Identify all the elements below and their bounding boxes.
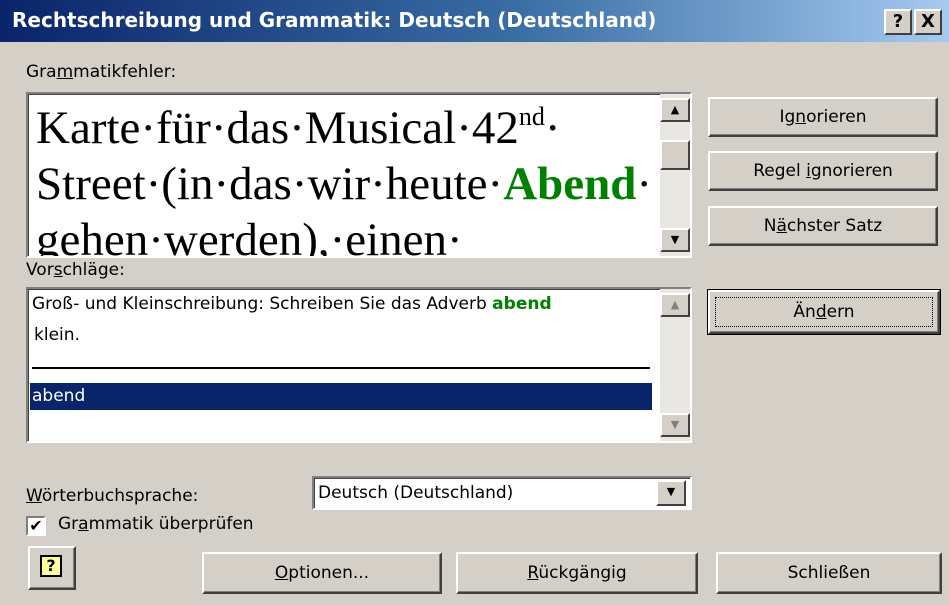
chevron-down-icon[interactable]: ▼: [656, 480, 686, 506]
dictionary-language-value: Deutsch (Deutschland): [318, 483, 514, 503]
dictionary-language-label: Wörterbuchsprache:: [26, 486, 199, 506]
dictionary-language-select[interactable]: Deutsch (Deutschland) ▼: [312, 476, 692, 510]
scroll-up-icon[interactable]: ▲: [660, 293, 690, 317]
office-assistant-button[interactable]: ?: [28, 546, 76, 590]
suggestions-scrollbar[interactable]: ▲ ▼: [660, 289, 690, 441]
error-line-1: Karte·für·das·Musical·42nd·: [36, 102, 561, 154]
help-button[interactable]: ?: [884, 9, 912, 35]
ignore-button[interactable]: Ignorieren: [708, 97, 938, 137]
next-sentence-button[interactable]: Nächster Satz: [708, 206, 938, 246]
change-button[interactable]: Ändern: [707, 289, 941, 335]
help-question-icon: ?: [40, 555, 62, 577]
scroll-down-icon[interactable]: ▼: [660, 228, 690, 252]
grammar-check-checkbox[interactable]: ✔: [26, 516, 46, 536]
grammar-scrollbar[interactable]: ▲ ▼: [660, 94, 690, 256]
ignore-rule-button[interactable]: Regel ignorieren: [708, 151, 938, 191]
error-line-3: gehen·werden),·einen·: [36, 214, 463, 258]
grammar-check-label: Grammatik überprüfen: [58, 514, 254, 534]
suggestion-message-line-2: klein.: [34, 325, 80, 345]
suggestions-list[interactable]: Groß- und Kleinschreibung: Schreiben Sie…: [26, 287, 692, 443]
divider: [32, 367, 650, 369]
undo-button[interactable]: Rückgängig: [456, 552, 698, 594]
help-icon: ?: [892, 11, 904, 32]
window-title: Rechtschreibung und Grammatik: Deutsch (…: [12, 8, 657, 32]
suggestion-word: abend: [492, 294, 552, 314]
grammar-error-textbox[interactable]: Karte·für·das·Musical·42nd· Street·(in·d…: [26, 92, 692, 258]
scroll-up-icon[interactable]: ▲: [660, 98, 690, 122]
scroll-down-icon[interactable]: ▼: [660, 413, 690, 437]
suggestion-message: Groß- und Kleinschreibung: Schreiben Sie…: [32, 294, 552, 314]
scroll-thumb[interactable]: [660, 140, 690, 170]
error-word: Abend: [503, 158, 637, 210]
error-line-2: Street·(in·das·wir·heute·Abend·: [36, 158, 653, 210]
close-window-button[interactable]: X: [914, 9, 942, 35]
options-button[interactable]: Optionen...: [202, 552, 442, 594]
close-icon: X: [921, 11, 935, 32]
suggestions-label: Vorschläge:: [26, 260, 125, 280]
suggestion-item-selected[interactable]: abend: [30, 383, 652, 410]
grammar-errors-label: Grammatikfehler:: [26, 62, 177, 82]
close-button[interactable]: Schließen: [716, 552, 942, 594]
